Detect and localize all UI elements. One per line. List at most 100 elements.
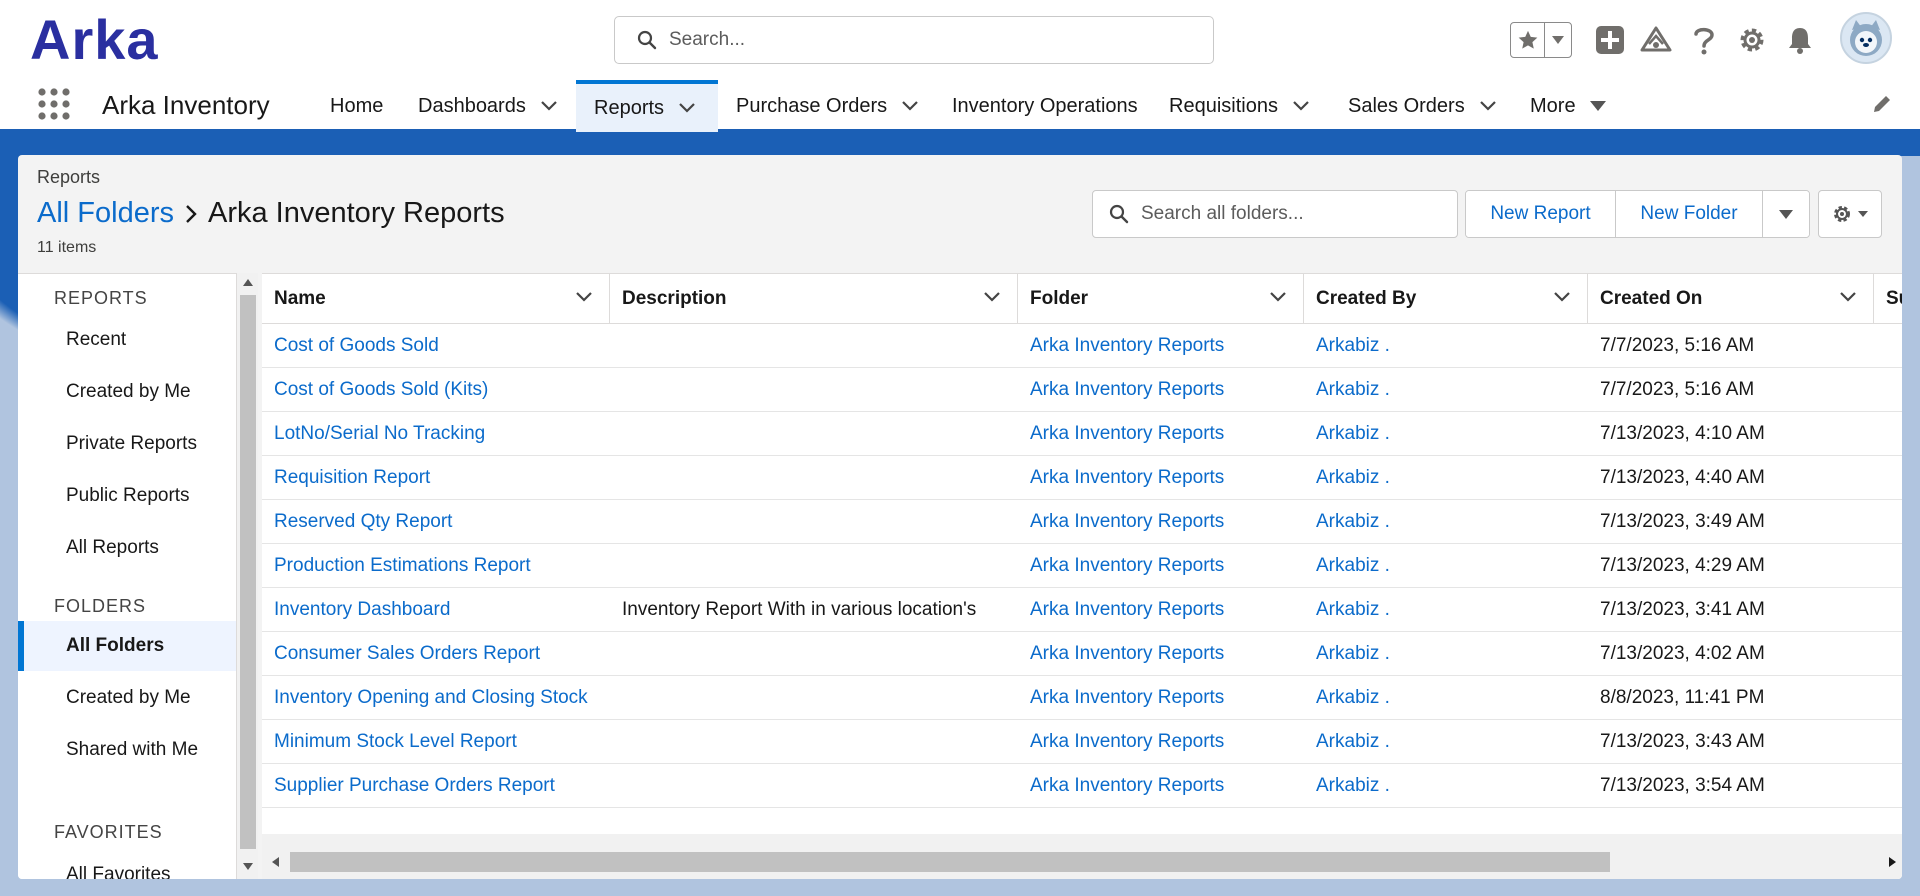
nav-item-reports[interactable]: Reports [576,80,718,132]
sidebar-item-public-reports[interactable]: Public Reports [18,471,236,521]
breadcrumb-all-folders-link[interactable]: All Folders [37,197,174,230]
cell-name[interactable]: Minimum Stock Level Report [262,720,517,764]
sidebar-item-all-folders[interactable]: All Folders [18,621,236,671]
cell-name[interactable]: Reserved Qty Report [262,500,452,544]
nav-item-requisitions[interactable]: Requisitions [1169,80,1310,132]
question-icon [1694,27,1714,55]
favorites-dropdown-button[interactable] [1545,23,1571,57]
chevron-down-icon[interactable] [1553,291,1571,303]
global-search[interactable] [614,16,1214,64]
cell-folder[interactable]: Arka Inventory Reports [1018,368,1224,412]
chevron-down-icon[interactable] [1269,291,1287,303]
sidebar-item-all-reports[interactable]: All Reports [18,523,236,573]
cell-created-by[interactable]: Arkabiz . [1304,456,1390,500]
table-row: Cost of Goods Sold (Kits) Arka Inventory … [262,368,1902,412]
item-count: 11 items [37,239,97,256]
nav-item-more[interactable]: More [1530,80,1606,132]
cell-created-by[interactable]: Arkabiz . [1304,764,1390,808]
help-button[interactable] [1686,22,1722,58]
setup-button[interactable] [1734,22,1770,58]
nav-item-dashboards[interactable]: Dashboards [418,80,558,132]
folder-search[interactable] [1092,190,1458,238]
chevron-down-icon[interactable] [575,291,593,303]
cell-created-by[interactable]: Arkabiz . [1304,676,1390,720]
column-header-created-by[interactable]: Created By [1304,274,1588,324]
chevron-down-icon[interactable] [1479,100,1497,112]
table-row: Supplier Purchase Orders Report Arka Inve… [262,764,1902,808]
scroll-up-arrow-icon[interactable] [243,279,253,286]
cell-created-by[interactable]: Arkabiz . [1304,720,1390,764]
chevron-down-icon[interactable] [901,100,919,112]
sidebar-item-all-favorites[interactable]: All Favorites [18,850,236,879]
cell-name[interactable]: Inventory Dashboard [262,588,450,632]
trailhead-button[interactable] [1638,22,1674,58]
column-header-folder[interactable]: Folder [1018,274,1304,324]
cell-name[interactable]: Consumer Sales Orders Report [262,632,540,676]
sidebar-item-recent[interactable]: Recent [18,315,236,365]
sidebar-item-folders-created-by-me[interactable]: Created by Me [18,673,236,723]
org-logo[interactable]: Arka [30,8,159,72]
chevron-down-icon[interactable] [678,102,696,114]
cell-folder[interactable]: Arka Inventory Reports [1018,544,1224,588]
cell-created-by[interactable]: Arkabiz . [1304,588,1390,632]
cell-name[interactable]: Cost of Goods Sold [262,324,439,368]
sidebar-scroll-thumb[interactable] [240,295,256,849]
cell-folder[interactable]: Arka Inventory Reports [1018,632,1224,676]
nav-item-home[interactable]: Home [330,80,383,132]
cell-description [610,324,622,368]
column-header-description[interactable]: Description [610,274,1018,324]
more-actions-dropdown[interactable] [1763,191,1809,237]
cell-folder[interactable]: Arka Inventory Reports [1018,324,1224,368]
cell-name[interactable]: LotNo/Serial No Tracking [262,412,485,456]
cell-folder[interactable]: Arka Inventory Reports [1018,500,1224,544]
global-actions-button[interactable] [1592,22,1628,58]
table-horizontal-scrollbar[interactable] [262,834,1902,879]
cell-created-by[interactable]: Arkabiz . [1304,500,1390,544]
column-header-subscribed[interactable]: Su [1874,274,1902,324]
chevron-down-icon[interactable] [1839,291,1857,303]
sidebar-scrollbar[interactable] [236,273,258,879]
favorites-star-button[interactable] [1511,23,1545,57]
cell-name[interactable]: Inventory Opening and Closing Stock [262,676,588,720]
cell-name[interactable]: Production Estimations Report [262,544,531,588]
column-header-name[interactable]: Name [262,274,610,324]
cell-created-by[interactable]: Arkabiz . [1304,412,1390,456]
cell-folder[interactable]: Arka Inventory Reports [1018,588,1224,632]
chevron-down-icon[interactable] [983,291,1001,303]
sidebar-item-created-by-me[interactable]: Created by Me [18,367,236,417]
new-report-button[interactable]: New Report [1466,191,1616,237]
cell-created-by[interactable]: Arkabiz . [1304,632,1390,676]
column-header-created-on[interactable]: Created On [1588,274,1874,324]
list-settings-button[interactable] [1818,190,1882,238]
cell-created-by[interactable]: Arkabiz . [1304,368,1390,412]
scroll-down-arrow-icon[interactable] [243,863,253,870]
user-avatar[interactable] [1840,12,1892,64]
app-launcher-button[interactable] [38,88,70,120]
nav-item-inventory-operations[interactable]: Inventory Operations [952,80,1138,132]
cell-created-by[interactable]: Arkabiz . [1304,544,1390,588]
cell-created-by[interactable]: Arkabiz . [1304,324,1390,368]
scroll-left-arrow-icon[interactable] [272,857,279,867]
cell-folder[interactable]: Arka Inventory Reports [1018,456,1224,500]
notifications-button[interactable] [1782,22,1818,58]
chevron-down-icon[interactable] [1292,100,1310,112]
sidebar-item-shared-with-me[interactable]: Shared with Me [18,725,236,775]
nav-item-sales-orders[interactable]: Sales Orders [1348,80,1497,132]
new-folder-button[interactable]: New Folder [1616,191,1763,237]
sidebar-item-private-reports[interactable]: Private Reports [18,419,236,469]
edit-nav-button[interactable] [1872,94,1892,119]
chevron-down-icon[interactable] [540,100,558,112]
folder-search-input[interactable] [1141,203,1457,225]
cell-name[interactable]: Requisition Report [262,456,430,500]
cell-folder[interactable]: Arka Inventory Reports [1018,676,1224,720]
cell-folder[interactable]: Arka Inventory Reports [1018,412,1224,456]
cell-description [610,720,622,764]
global-search-input[interactable] [669,29,1213,51]
table-scroll-thumb[interactable] [290,852,1610,872]
cell-folder[interactable]: Arka Inventory Reports [1018,720,1224,764]
cell-name[interactable]: Supplier Purchase Orders Report [262,764,555,808]
cell-name[interactable]: Cost of Goods Sold (Kits) [262,368,488,412]
scroll-right-arrow-icon[interactable] [1889,857,1896,867]
nav-item-purchase-orders[interactable]: Purchase Orders [736,80,919,132]
cell-folder[interactable]: Arka Inventory Reports [1018,764,1224,808]
